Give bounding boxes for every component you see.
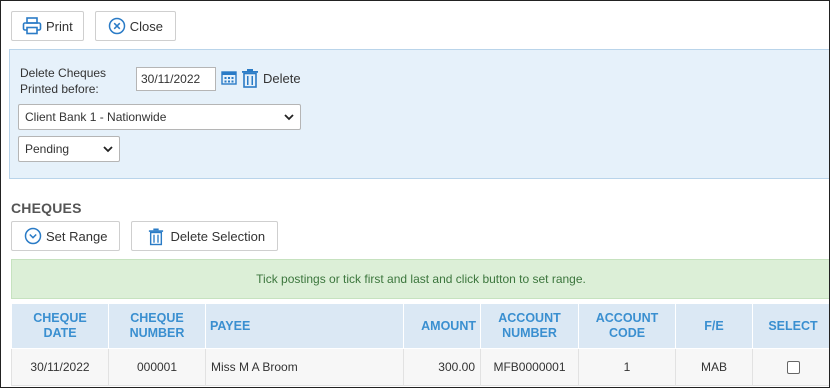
delete-button[interactable]: Delete [263, 71, 301, 86]
set-range-button[interactable]: Set Range [11, 221, 121, 251]
col-payee[interactable]: PAYEE [205, 303, 404, 349]
delete-selection-label: Delete Selection [170, 228, 266, 244]
cheques-section-title: CHEQUES [11, 200, 82, 216]
printed-before-date-input[interactable] [136, 67, 216, 91]
bank-select[interactable]: Client Bank 1 - Nationwide [18, 104, 301, 130]
cell-account-code: 1 [578, 348, 676, 386]
delete-filter-panel: Delete Cheques Printed before: 30/11/202… [9, 49, 829, 179]
cell-amount: 300.00 [403, 348, 481, 386]
table-header-row: CHEQUE DATE CHEQUE NUMBER PAYEE AMOUNT A… [11, 303, 829, 349]
chevron-down-circle-icon [24, 227, 42, 245]
printer-icon [22, 17, 42, 35]
cheques-table: CHEQUE DATE CHEQUE NUMBER PAYEE AMOUNT A… [11, 303, 829, 386]
chevron-down-icon [284, 110, 294, 124]
col-cheque-date[interactable]: CHEQUE DATE [11, 303, 109, 349]
print-label: Print [46, 18, 73, 34]
close-circle-icon [108, 17, 126, 35]
bank-select-value: Client Bank 1 - Nationwide [25, 110, 167, 124]
status-select[interactable]: Pending [18, 136, 120, 162]
cell-fe: MAB [675, 348, 753, 386]
info-message: Tick postings or tick first and last and… [11, 259, 829, 299]
calendar-icon[interactable] [221, 70, 237, 88]
trash-icon[interactable] [241, 68, 259, 91]
col-account-number[interactable]: ACCOUNT NUMBER [480, 303, 579, 349]
col-amount[interactable]: AMOUNT [403, 303, 481, 349]
status-select-value: Pending [25, 142, 70, 156]
cheques-window: Print Close Delete Cheques Printed befor… [0, 0, 830, 388]
cell-cheque-number: 000001 [108, 348, 206, 386]
delete-selection-button[interactable]: Delete Selection [131, 221, 279, 251]
close-label: Close [129, 18, 163, 34]
print-button[interactable]: Print [11, 11, 84, 41]
chevron-down-icon [103, 142, 113, 156]
trash-icon [148, 227, 164, 246]
cell-payee: Miss M A Broom [205, 348, 404, 386]
col-fe[interactable]: F/E [675, 303, 753, 349]
cell-select [752, 348, 829, 386]
select-checkbox[interactable] [786, 361, 800, 375]
col-select: SELECT [752, 303, 829, 349]
col-account-code[interactable]: ACCOUNT CODE [578, 303, 676, 349]
set-range-label: Set Range [46, 228, 108, 244]
cell-cheque-date: 30/11/2022 [11, 348, 109, 386]
col-cheque-number[interactable]: CHEQUE NUMBER [108, 303, 206, 349]
info-message-text: Tick postings or tick first and last and… [256, 272, 586, 286]
cell-account-number: MFB0000001 [480, 348, 579, 386]
delete-before-label: Delete Cheques Printed before: [20, 66, 107, 96]
close-button[interactable]: Close [94, 11, 176, 41]
cheques-actions: Set Range Delete Selection [11, 221, 279, 251]
table-row[interactable]: 30/11/2022 000001 Miss M A Broom 300.00 … [11, 348, 829, 386]
toolbar: Print Close [11, 11, 176, 41]
